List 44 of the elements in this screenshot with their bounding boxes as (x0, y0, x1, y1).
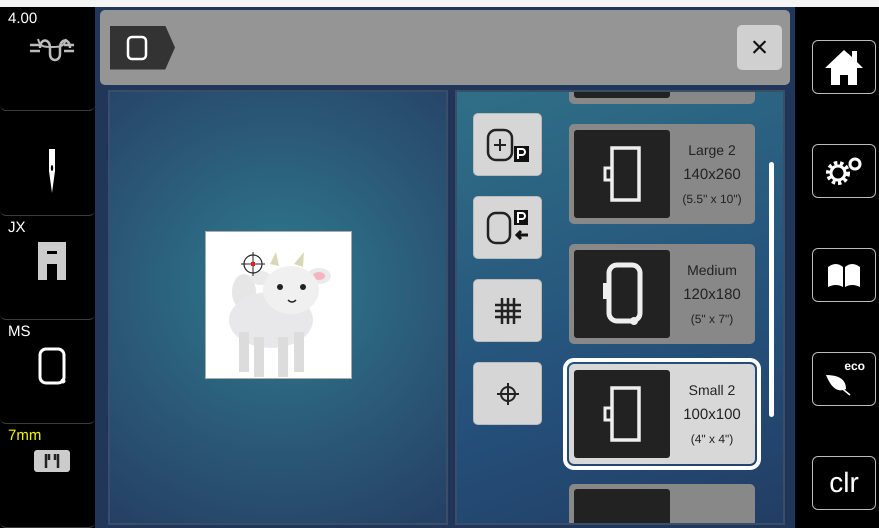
rectangle-hoop-icon (602, 384, 642, 444)
gears-icon (824, 156, 864, 186)
status-tile[interactable]: JX (0, 216, 95, 320)
book-button[interactable] (812, 248, 876, 302)
hoop-icon (36, 346, 66, 386)
book-icon (826, 262, 862, 288)
crosshair-icon (496, 382, 518, 404)
rectangle-hoop-icon (602, 144, 642, 204)
status-label: MS (8, 324, 30, 340)
hoop-name: Large 2 (688, 141, 736, 160)
eco-button[interactable]: eco (812, 352, 876, 406)
hoop-option[interactable]: Small 2 100x100 (4" x 4") (569, 364, 755, 464)
hoop-size: 100x100 (683, 405, 741, 426)
eco-label: eco (844, 358, 865, 375)
grid-icon (492, 296, 522, 326)
hoop-option[interactable]: Medium 120x180 (5" x 7") (569, 244, 755, 344)
hoop-option[interactable]: Large 2 140x260 (5.5" x 10") (569, 124, 755, 224)
tool-button[interactable] (473, 279, 542, 342)
stitch-plate-icon (34, 450, 70, 472)
hoop-inches: (5.5" x 10") (682, 190, 742, 208)
status-label: 7mm (8, 428, 42, 444)
hoop-inches: (5" x 7") (690, 310, 734, 328)
hoop-size: 140x260 (683, 165, 741, 186)
clear-button[interactable]: clr (812, 456, 876, 510)
hoop-tab[interactable] (110, 26, 175, 70)
settings-button[interactable] (812, 144, 876, 198)
home-icon (823, 48, 865, 86)
hoop-name: Medium (687, 261, 737, 280)
hoop-name: Small 2 (688, 381, 736, 400)
status-label: JX (8, 220, 26, 236)
leaf-icon (824, 373, 852, 397)
hoop-center-icon (486, 126, 530, 162)
tool-button[interactable] (473, 113, 542, 176)
hoop-inches: (4" x 4") (690, 430, 734, 448)
hoop-size: 120x180 (683, 285, 741, 306)
tool-button[interactable] (473, 196, 542, 259)
presser-foot-icon (38, 242, 66, 280)
home-button[interactable] (812, 40, 876, 94)
hoop-return-icon (486, 208, 530, 248)
hoop-icon (126, 34, 148, 62)
oval-hoop-icon (600, 261, 644, 327)
status-label: 4.00 (8, 11, 38, 27)
close-button[interactable]: × (737, 25, 782, 70)
tool-button[interactable] (473, 362, 542, 425)
